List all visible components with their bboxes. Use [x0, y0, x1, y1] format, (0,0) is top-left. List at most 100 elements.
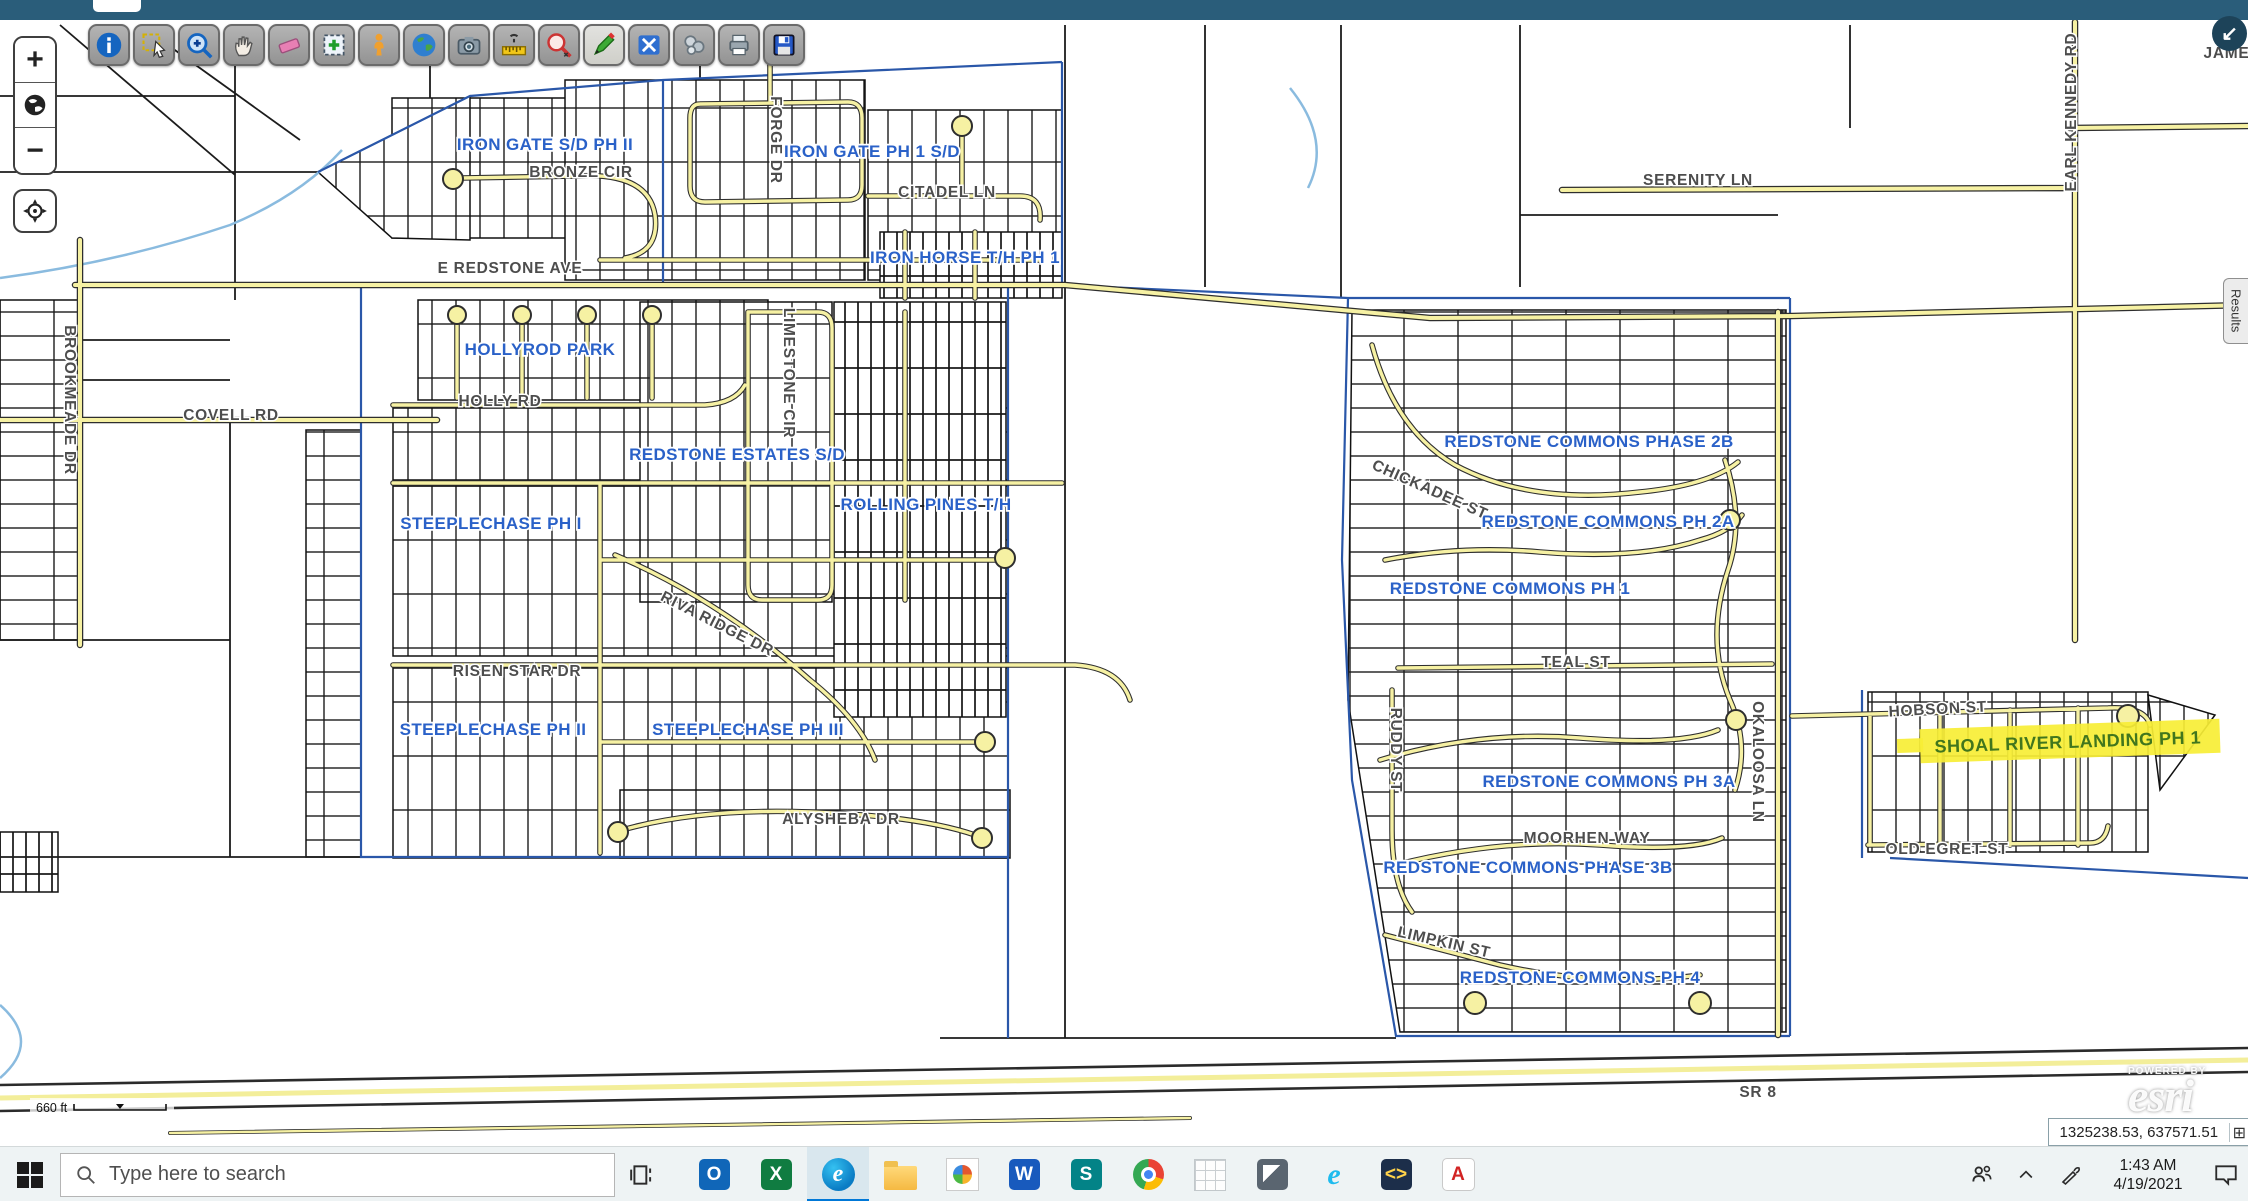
toolbar-screenshot-button[interactable]: [448, 24, 490, 66]
internet-explorer-icon: e: [1327, 1158, 1340, 1192]
full-extent-icon: [635, 31, 663, 59]
taskbar-app-store[interactable]: [1179, 1147, 1241, 1201]
paint-icon: [1257, 1159, 1288, 1190]
toolbar-identify-button[interactable]: [88, 24, 130, 66]
taskbar-app-edge[interactable]: e: [807, 1147, 869, 1201]
parcel-map-canvas[interactable]: IRON GATE S/D PH IIIRON GATE PH 1 S/DIRO…: [0, 0, 2248, 1146]
draw-icon: [590, 31, 618, 59]
locate-icon: [22, 198, 48, 224]
map-label: FORGE DR: [767, 96, 784, 183]
select-box-icon: [320, 31, 348, 59]
taskbar-app-code-editor[interactable]: <>: [1365, 1147, 1427, 1201]
toolbar-buffer-button[interactable]: [673, 24, 715, 66]
taskbar-app-acrobat[interactable]: A: [1427, 1147, 1489, 1201]
system-tray: 1:43 AM 4/19/2021: [1960, 1147, 2248, 1201]
browser-titlebar: [0, 0, 2248, 20]
map-label: HOLLYROD PARK: [465, 340, 616, 359]
map-label: BROOKMEADE DR: [61, 325, 78, 474]
taskbar-app-paint[interactable]: [1241, 1147, 1303, 1201]
zoom-in-button[interactable]: +: [15, 38, 55, 83]
file-explorer-icon: [884, 1166, 917, 1190]
taskbar-app-photos[interactable]: [931, 1147, 993, 1201]
map-label: STEEPLECHASE PH III: [652, 720, 844, 739]
home-extent-button[interactable]: [15, 83, 55, 128]
collapse-panel-button[interactable]: ↙: [2212, 16, 2247, 51]
coordinate-readout: 1325238.53, 637571.51 ⊞: [2048, 1118, 2248, 1146]
taskbar-clock[interactable]: 1:43 AM 4/19/2021: [2092, 1156, 2204, 1194]
word-icon: W: [1009, 1159, 1040, 1190]
pan-icon: [230, 31, 258, 59]
pen-button[interactable]: [2048, 1147, 2092, 1201]
zoom-xy-icon: [545, 31, 573, 59]
taskbar-app-outlook[interactable]: O: [683, 1147, 745, 1201]
toolbar-erase-button[interactable]: [268, 24, 310, 66]
people-icon: [1969, 1162, 1995, 1188]
map-label: ROLLING PINES T/H: [840, 495, 1011, 514]
search-icon: [75, 1164, 97, 1186]
map-label: STEEPLECHASE PH I: [400, 514, 582, 533]
toolbar-full-extent-button[interactable]: [628, 24, 670, 66]
results-tab-label: Results: [2229, 289, 2244, 332]
people-button[interactable]: [1960, 1147, 2004, 1201]
task-view-icon: [629, 1162, 655, 1188]
scale-bar: 660 ft: [30, 1098, 174, 1121]
toolbar-street-view-button[interactable]: [358, 24, 400, 66]
store-icon: [1194, 1159, 1226, 1191]
globe-icon: [22, 92, 48, 118]
toolbar-draw-button[interactable]: [583, 24, 625, 66]
expand-coordinates-icon[interactable]: ⊞: [2229, 1123, 2248, 1142]
map-label: E REDSTONE AVE: [438, 260, 583, 277]
toolbar-select-button[interactable]: [133, 24, 175, 66]
task-view-button[interactable]: [615, 1147, 669, 1201]
print-icon: [725, 31, 753, 59]
map-label: HOLLY RD: [458, 393, 541, 410]
taskbar-search[interactable]: Type here to search: [60, 1153, 615, 1197]
toolbar-measure-button[interactable]: [493, 24, 535, 66]
map-label: IRON HORSE T/H PH 1: [870, 248, 1060, 267]
map-toolbar: [88, 24, 805, 66]
coordinates-value: 1325238.53, 637571.51: [2049, 1124, 2229, 1141]
locate-button[interactable]: [13, 189, 57, 233]
taskbar-app-file-explorer[interactable]: [869, 1147, 931, 1201]
taskbar-app-sharepoint[interactable]: S: [1055, 1147, 1117, 1201]
excel-icon: X: [761, 1159, 792, 1190]
start-button[interactable]: [0, 1147, 60, 1201]
windows-logo-icon: [17, 1162, 43, 1188]
map-label: REDSTONE COMMONS PH 2A: [1481, 512, 1734, 531]
taskbar-app-internet-explorer[interactable]: e: [1303, 1147, 1365, 1201]
buffer-icon: [680, 31, 708, 59]
browser-tab[interactable]: [93, 0, 141, 12]
toolbar-pan-button[interactable]: [223, 24, 265, 66]
taskbar-app-chrome[interactable]: [1117, 1147, 1179, 1201]
clock-date: 4/19/2021: [2092, 1175, 2204, 1194]
map-label: ALYSHEBA DR: [782, 811, 900, 828]
windows-taskbar: Type here to search OXe WSe <>A: [0, 1146, 2248, 1201]
map-label: TEAL ST: [1541, 654, 1610, 671]
sharepoint-icon: S: [1071, 1159, 1102, 1190]
map-label: STEEPLECHASE PH II: [400, 720, 587, 739]
results-side-tab[interactable]: Results: [2223, 278, 2248, 344]
street-view-icon: [365, 31, 393, 59]
toolbar-earth-button[interactable]: [403, 24, 445, 66]
action-center-button[interactable]: [2204, 1147, 2248, 1201]
map-label: CITADEL LN: [898, 184, 996, 201]
toolbar-select-box-button[interactable]: [313, 24, 355, 66]
map-label: IRON GATE PH 1 S/D: [784, 142, 960, 161]
zoom-out-button[interactable]: −: [15, 128, 55, 173]
toolbar-zoom-in-button[interactable]: [178, 24, 220, 66]
map-label: REDSTONE COMMONS PH 4: [1460, 968, 1701, 987]
select-icon: [140, 31, 168, 59]
toolbar-save-button[interactable]: [763, 24, 805, 66]
hidden-icons-button[interactable]: [2004, 1147, 2048, 1201]
taskbar-app-word[interactable]: W: [993, 1147, 1055, 1201]
taskbar-app-excel[interactable]: X: [745, 1147, 807, 1201]
toolbar-print-button[interactable]: [718, 24, 760, 66]
map-label: REDSTONE ESTATES S/D: [629, 445, 845, 464]
map-label: MOORHEN WAY: [1524, 830, 1651, 847]
desktop-screen: IRON GATE S/D PH IIIRON GATE PH 1 S/DIRO…: [0, 0, 2248, 1201]
toolbar-zoom-xy-button[interactable]: [538, 24, 580, 66]
scale-text: 660 ft: [36, 1101, 67, 1115]
map-label: REDSTONE COMMONS PHASE 3B: [1383, 858, 1672, 877]
chevron-up-icon: [2016, 1165, 2036, 1185]
measure-icon: [500, 31, 528, 59]
